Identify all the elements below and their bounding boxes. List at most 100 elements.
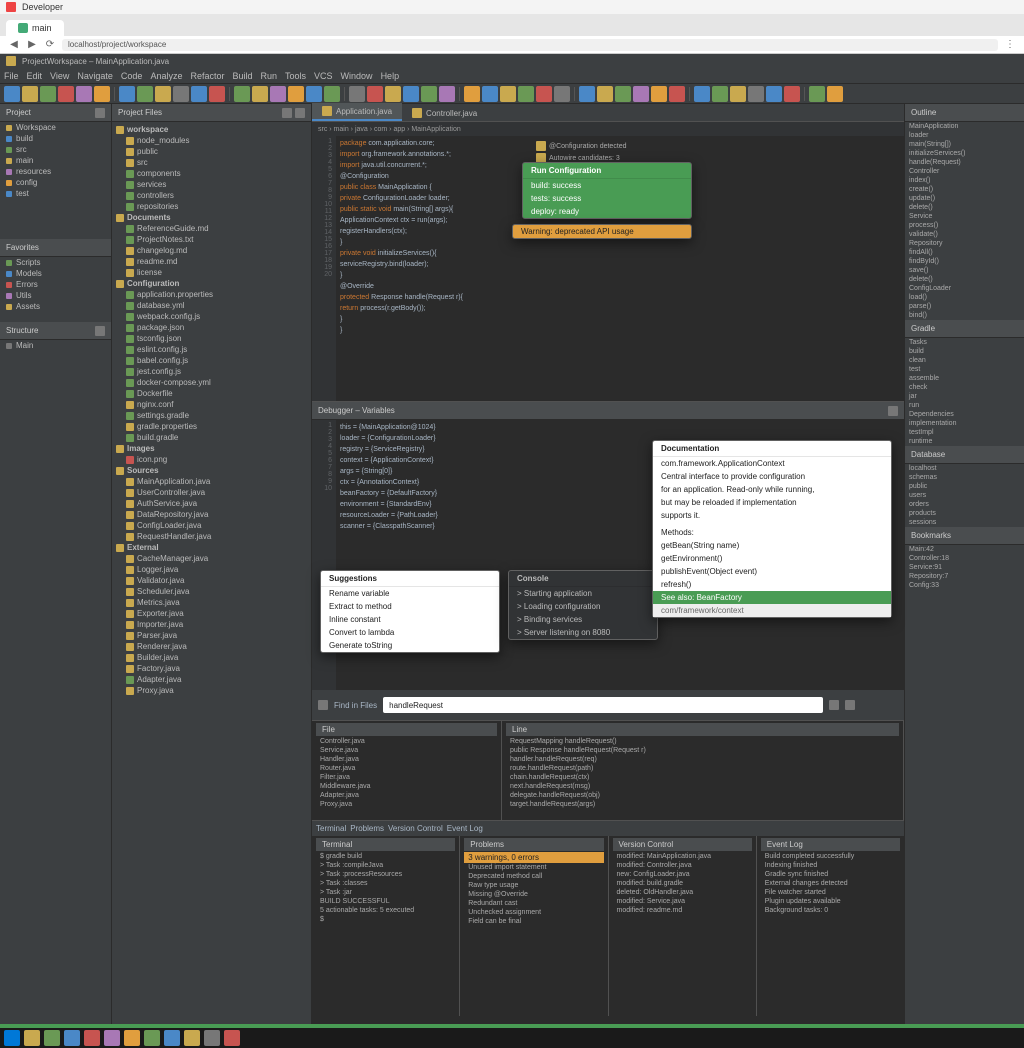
tree-item[interactable]: repositories (112, 201, 311, 212)
tree-item[interactable]: services (112, 179, 311, 190)
tree-item[interactable]: readme.md (112, 256, 311, 267)
toolbar-button-31[interactable] (597, 86, 613, 102)
menu-refactor[interactable]: Refactor (190, 71, 224, 81)
far-left-item[interactable]: Scripts (0, 257, 111, 268)
documentation-seealso[interactable]: See also: BeanFactory (653, 591, 891, 604)
toolbar-button-17[interactable] (324, 86, 340, 102)
search-result-line[interactable]: target.handleRequest(args) (506, 800, 899, 809)
menu-analyze[interactable]: Analyze (150, 71, 182, 81)
project-pane-header[interactable]: Project Files (112, 104, 311, 122)
tree-item[interactable]: DataRepository.java (112, 509, 311, 520)
tree-item[interactable]: Exporter.java (112, 608, 311, 619)
far-left-item[interactable]: Workspace (0, 122, 111, 133)
menu-help[interactable]: Help (381, 71, 400, 81)
toolbar-button-37[interactable] (712, 86, 728, 102)
menu-navigate[interactable]: Navigate (77, 71, 113, 81)
event-row[interactable]: Gradle sync finished (761, 870, 900, 879)
run-config-row[interactable]: deploy: ready (523, 205, 691, 218)
outline-item[interactable]: validate() (905, 230, 1024, 239)
search-result-line[interactable]: RequestMapping handleRequest() (506, 737, 899, 746)
taskbar-app-9[interactable] (184, 1030, 200, 1046)
outline-item[interactable]: ConfigLoader (905, 284, 1024, 293)
far-left-item[interactable]: test (0, 188, 111, 199)
outline-item[interactable]: create() (905, 185, 1024, 194)
doc-row[interactable]: getEnvironment() (653, 552, 891, 565)
run-config-row[interactable]: build: success (523, 179, 691, 192)
taskbar-app-6[interactable] (124, 1030, 140, 1046)
intention-row[interactable]: Rename variable (321, 587, 499, 600)
settings-icon[interactable] (295, 108, 305, 118)
bookmark-item[interactable]: Main:42 (905, 545, 1024, 554)
database-header[interactable]: Database (905, 446, 1024, 464)
outline-item[interactable]: main(String[]) (905, 140, 1024, 149)
toolbar-button-15[interactable] (288, 86, 304, 102)
gradle-item[interactable]: run (905, 401, 1024, 410)
menu-window[interactable]: Window (341, 71, 373, 81)
toolbar-button-16[interactable] (306, 86, 322, 102)
far-left-item[interactable]: src (0, 144, 111, 155)
tree-item[interactable]: Builder.java (112, 652, 311, 663)
tree-item[interactable]: eslint.config.js (112, 344, 311, 355)
run-config-popup[interactable]: Run Configuration build: successtests: s… (522, 162, 692, 219)
outline-item[interactable]: update() (905, 194, 1024, 203)
tree-item[interactable]: CacheManager.java (112, 553, 311, 564)
outline-header[interactable]: Outline (905, 104, 1024, 122)
tab-terminal[interactable]: Terminal (316, 824, 346, 833)
database-item[interactable]: products (905, 509, 1024, 518)
bookmark-item[interactable]: Controller:18 (905, 554, 1024, 563)
terminal-line[interactable]: $ gradle build (316, 852, 455, 861)
toolbar-button-13[interactable] (252, 86, 268, 102)
forward-icon[interactable]: ▶ (26, 39, 38, 51)
menu-code[interactable]: Code (121, 71, 143, 81)
tree-item[interactable]: icon.png (112, 454, 311, 465)
vcs-change-row[interactable]: modified: Service.java (613, 897, 752, 906)
problem-row[interactable]: Deprecated method call (464, 872, 603, 881)
collapse-icon[interactable] (95, 326, 105, 336)
tree-item[interactable]: UserController.java (112, 487, 311, 498)
terminal-line[interactable]: > Task :compileJava (316, 861, 455, 870)
toolbar-button-10[interactable] (191, 86, 207, 102)
tree-item[interactable]: application.properties (112, 289, 311, 300)
menu-tools[interactable]: Tools (285, 71, 306, 81)
outline-item[interactable]: MainApplication (905, 122, 1024, 131)
toolbar-button-40[interactable] (766, 86, 782, 102)
tree-item[interactable]: Logger.java (112, 564, 311, 575)
toolbar-button-14[interactable] (270, 86, 286, 102)
documentation-popup[interactable]: Documentation com.framework.ApplicationC… (652, 440, 892, 618)
toolbar-button-34[interactable] (651, 86, 667, 102)
toolbar-button-30[interactable] (579, 86, 595, 102)
toolbar-button-29[interactable] (554, 86, 570, 102)
tree-section[interactable]: Sources (112, 465, 311, 476)
tree-item[interactable]: Scheduler.java (112, 586, 311, 597)
tree-item[interactable]: RequestHandler.java (112, 531, 311, 542)
doc-row[interactable]: Methods: (653, 526, 891, 539)
vcs-change-row[interactable]: deleted: OldHandler.java (613, 888, 752, 897)
gradle-item[interactable]: assemble (905, 374, 1024, 383)
menu-icon[interactable]: ⋮ (1004, 39, 1016, 51)
toolbar-button-18[interactable] (349, 86, 365, 102)
toolbar-button-41[interactable] (784, 86, 800, 102)
far-left-item[interactable]: Models (0, 268, 111, 279)
doc-row[interactable]: supports it. (653, 509, 891, 522)
event-row[interactable]: Plugin updates available (761, 897, 900, 906)
tree-section[interactable]: workspace (112, 124, 311, 135)
far-left-item[interactable]: Main (0, 340, 111, 351)
locate-icon[interactable] (282, 108, 292, 118)
vcs-change-row[interactable]: modified: readme.md (613, 906, 752, 915)
terminal-line[interactable]: BUILD SUCCESSFUL (316, 897, 455, 906)
terminal-line[interactable]: 5 actionable tasks: 5 executed (316, 906, 455, 915)
tree-section[interactable]: Images (112, 443, 311, 454)
vcs-change-row[interactable]: new: ConfigLoader.java (613, 870, 752, 879)
reload-icon[interactable]: ⟳ (44, 39, 56, 51)
toolbar-button-35[interactable] (669, 86, 685, 102)
doc-row[interactable]: refresh() (653, 578, 891, 591)
toolbar-button-23[interactable] (439, 86, 455, 102)
regex-icon[interactable] (845, 700, 855, 710)
tree-section[interactable]: External (112, 542, 311, 553)
gradle-header[interactable]: Gradle (905, 320, 1024, 338)
window-close-icon[interactable] (6, 2, 16, 12)
toolbar-button-32[interactable] (615, 86, 631, 102)
toolbar-button-8[interactable] (155, 86, 171, 102)
bookmarks-header[interactable]: Bookmarks (905, 527, 1024, 545)
toolbar-button-12[interactable] (234, 86, 250, 102)
